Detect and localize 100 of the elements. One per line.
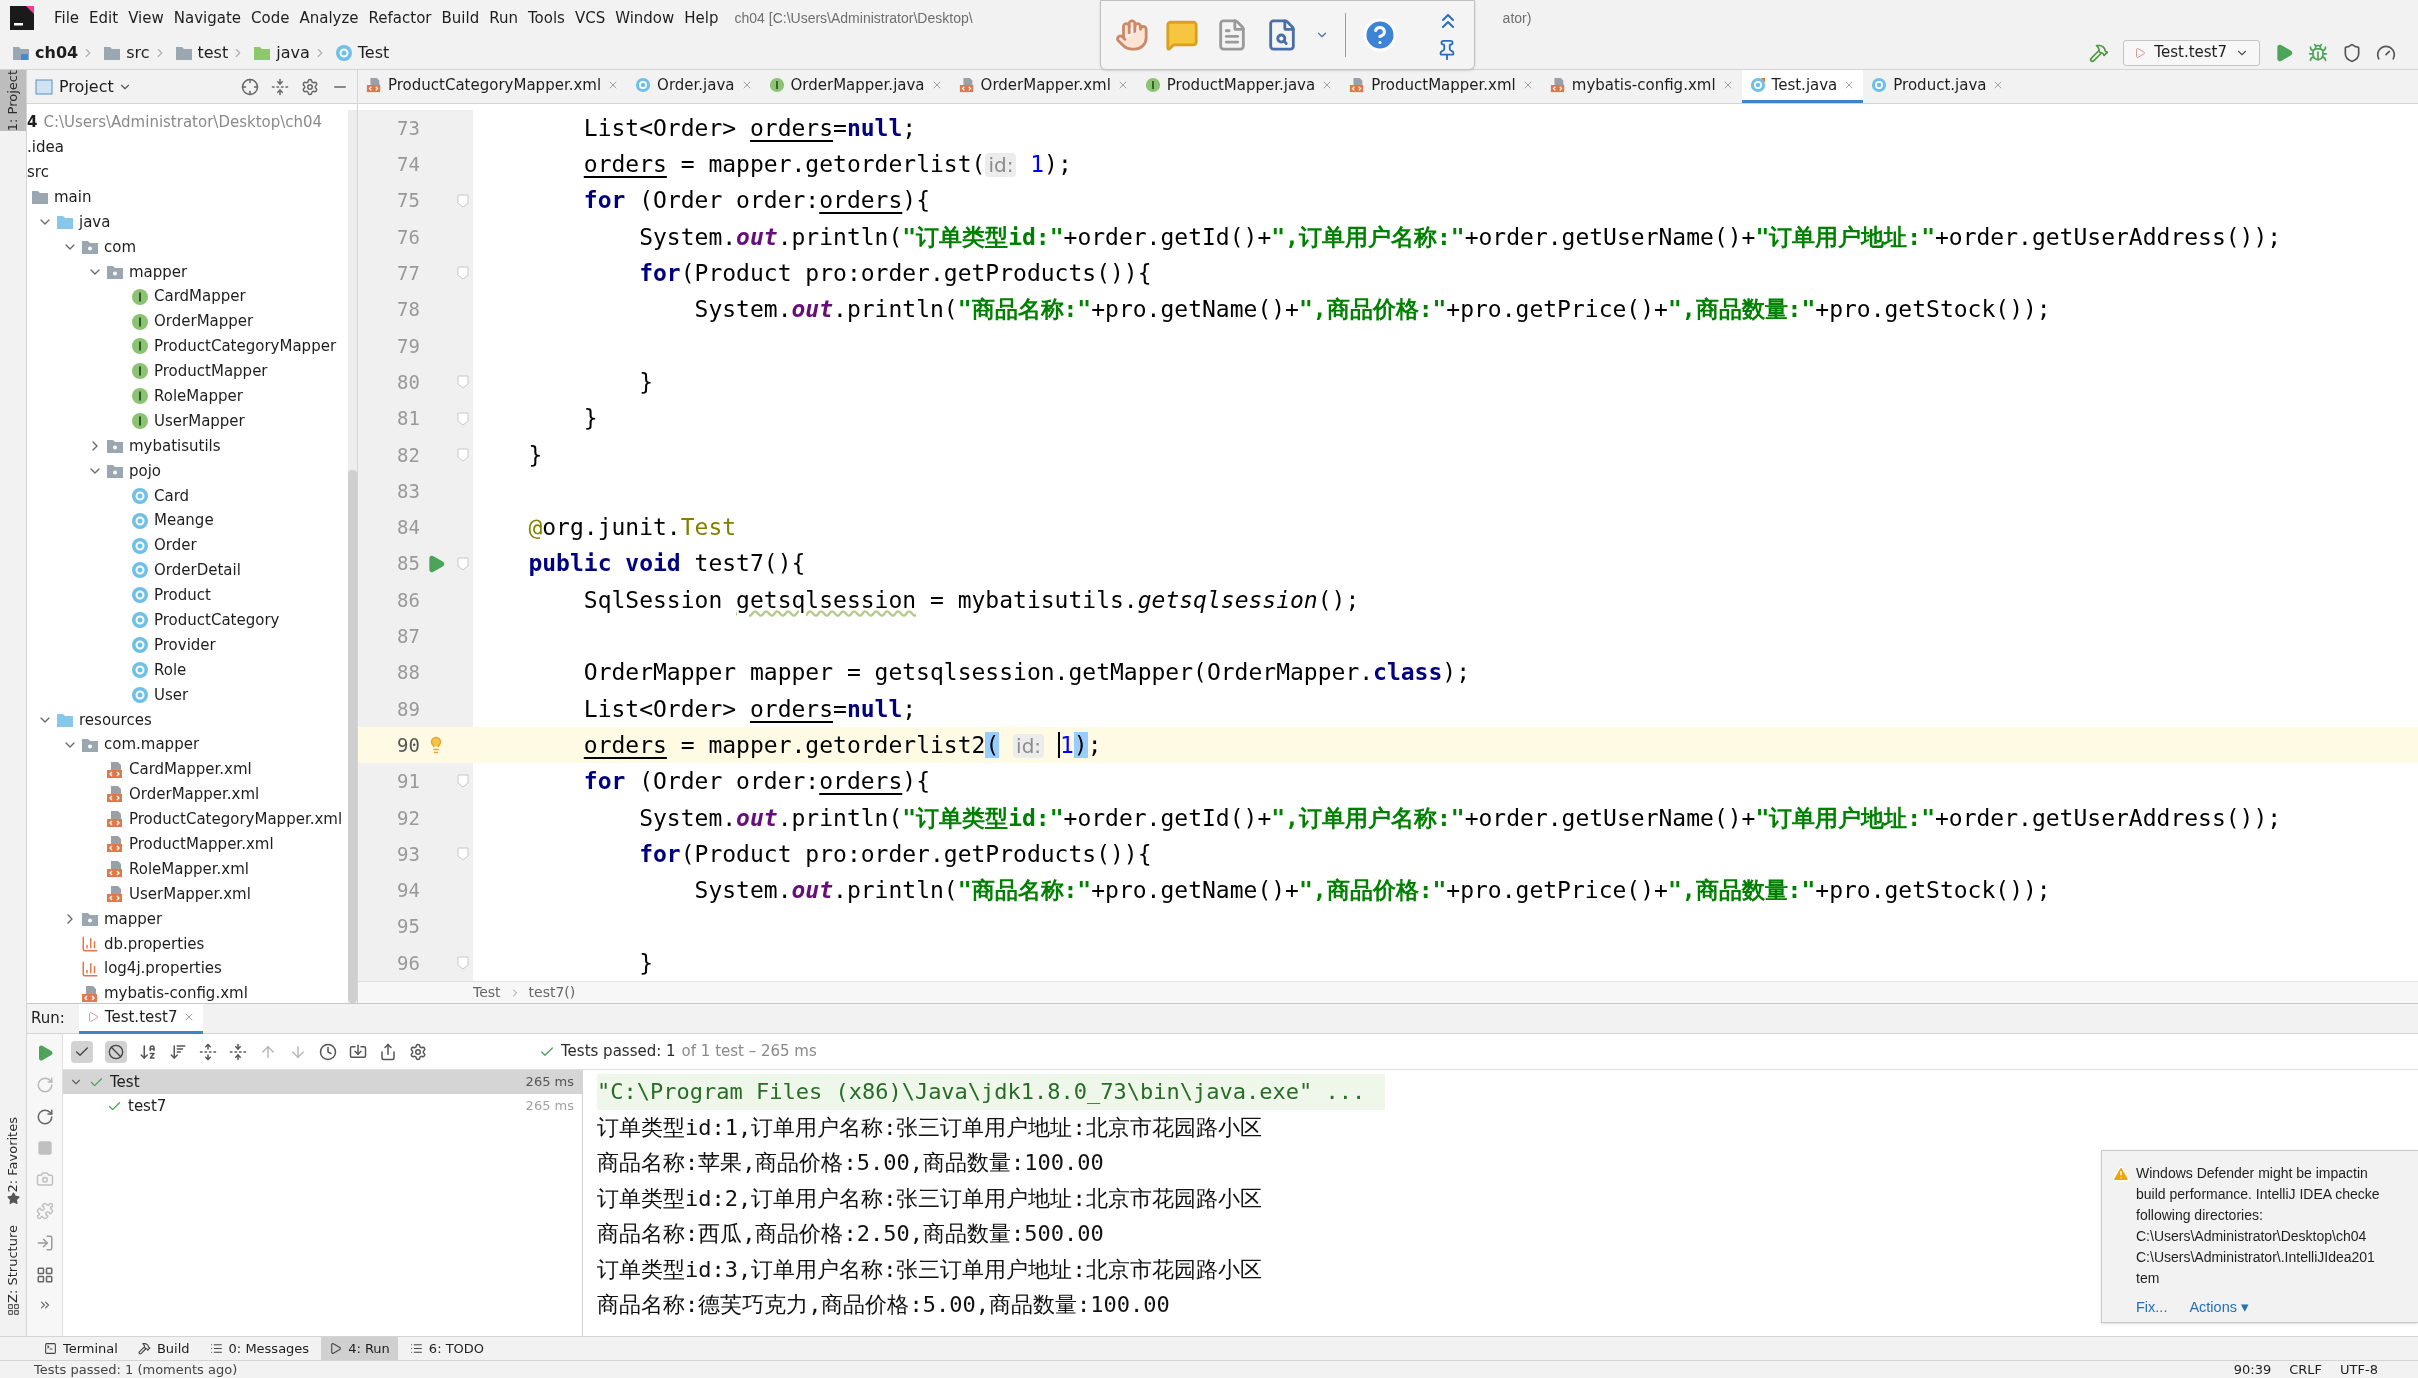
show-ignored-icon[interactable] [108,1043,124,1060]
tree-item[interactable]: log4j.properties [104,957,222,980]
import-icon[interactable] [349,1042,367,1061]
tree-item[interactable]: mapper [104,907,163,931]
tree-item[interactable]: RoleMapper [154,385,243,408]
tool-window-tab[interactable]: 6: TODO [401,1336,493,1361]
menu-item[interactable]: Code [251,6,290,30]
sort-alphabetically-icon[interactable] [139,1042,157,1061]
camera-icon[interactable] [35,1170,54,1188]
fold-marker-icon[interactable] [456,193,469,208]
run-test-icon[interactable] [426,553,446,574]
tree-item[interactable]: 4 [27,111,38,134]
fold-marker-icon[interactable] [456,955,469,970]
menu-item[interactable]: VCS [574,6,606,30]
tree-item[interactable]: Meange [154,509,214,532]
breadcrumb-item[interactable]: Test [473,982,501,1004]
menu-item[interactable]: Run [489,6,518,30]
project-view-dropdown[interactable]: Project [59,74,132,99]
breadcrumb-item[interactable]: ch04 [35,40,79,65]
tool-window-tab[interactable]: Terminal [36,1336,126,1361]
tree-item[interactable]: java [79,210,111,234]
tree-item[interactable]: db.properties [104,932,205,956]
collapse-all-icon[interactable] [229,1042,247,1061]
toggle-auto-test-icon[interactable] [35,1108,54,1126]
tree-item[interactable]: CardMapper [154,285,246,308]
tree-item[interactable]: UserMapper [154,409,245,433]
file-encoding[interactable]: UTF-8 [2340,1359,2378,1378]
breadcrumb-item[interactable]: Test [357,40,390,65]
menu-item[interactable]: Edit [89,6,119,30]
caret-position[interactable]: 90:39 [2233,1359,2272,1378]
fold-marker-icon[interactable] [456,411,469,426]
tree-item[interactable]: UserMapper.xml [129,882,251,906]
menu-item[interactable]: Navigate [173,6,242,30]
chat-icon[interactable] [1165,18,1199,52]
tree-item[interactable]: mybatis-config.xml [104,982,248,1003]
settings-icon[interactable] [409,1042,427,1061]
run-configuration-dropdown[interactable]: Test.test7 [2123,39,2260,66]
run-icon[interactable] [2274,42,2294,63]
menu-item[interactable]: Analyze [299,6,359,30]
plugin-icon[interactable] [35,1202,54,1220]
run-tab[interactable]: Test.test7 [78,1003,204,1034]
fold-marker-icon[interactable] [456,447,469,462]
menu-item[interactable]: Refactor [368,6,432,30]
tree-item[interactable]: ProductMapper.xml [129,833,274,856]
tree-item[interactable]: Order [154,534,197,557]
tree-item[interactable]: OrderMapper.xml [129,783,260,806]
build-icon[interactable] [2089,42,2110,63]
sort-by-duration-icon[interactable] [169,1042,187,1061]
fold-marker-icon[interactable] [456,375,469,390]
help-icon[interactable] [1362,17,1398,53]
history-icon[interactable] [319,1042,337,1061]
menu-item[interactable]: Window [615,6,675,30]
notification-link[interactable]: Fix... [2136,1297,2168,1319]
tree-item[interactable]: mybatisutils [129,434,221,458]
collapse-all-icon[interactable] [271,77,289,96]
tree-item[interactable]: mapper [129,260,188,284]
tree-item[interactable]: Product [154,584,211,607]
fold-marker-icon[interactable] [456,774,469,789]
tree-item[interactable]: ProductMapper [154,360,268,383]
tool-window-tab[interactable]: Z: Structure [0,1225,27,1303]
tree-item[interactable]: com [104,235,137,259]
menu-item[interactable]: View [128,6,164,30]
menu-item[interactable]: File [54,6,80,30]
settings-icon[interactable] [301,77,319,96]
tree-item[interactable]: main [54,185,92,209]
tool-window-tab[interactable]: 0: Messages [201,1336,318,1361]
breadcrumb-item[interactable]: java [276,40,310,65]
project-tool-tab[interactable]: 1: Project [0,70,27,132]
fold-marker-icon[interactable] [456,266,469,281]
fold-marker-icon[interactable] [456,847,469,862]
tree-item[interactable]: ProductCategory [154,609,280,632]
layout-icon[interactable] [35,1266,54,1284]
tree-item[interactable]: Provider [154,633,216,657]
tree-item[interactable]: Card [154,484,190,508]
tree-item[interactable]: OrderMapper [154,310,254,333]
breadcrumb-item[interactable]: test [197,40,229,65]
breadcrumb-item[interactable]: test7() [528,982,576,1004]
line-separator[interactable]: CRLF [2289,1359,2323,1378]
notification-link[interactable]: Actions ▾ [2189,1297,2249,1319]
tool-window-tab[interactable]: Build [129,1336,198,1361]
menu-item[interactable]: Tools [527,6,565,30]
tree-item[interactable]: OrderDetail [154,559,241,582]
test-row[interactable]: test7 265 ms [63,1094,582,1118]
tree-item[interactable]: src [27,160,49,184]
editor-tab[interactable]: Test.java [1741,70,1864,103]
tree-item[interactable]: .idea [27,136,64,159]
fold-marker-icon[interactable] [456,556,469,571]
tree-item[interactable]: User [154,683,189,707]
locate-icon[interactable] [241,77,259,96]
exit-icon[interactable] [35,1234,54,1252]
stop-icon[interactable] [36,1140,53,1156]
tree-item[interactable]: Role [154,658,187,682]
scrollbar-thumb[interactable] [348,470,357,1003]
tree-item[interactable]: resources [79,708,152,732]
tool-window-tab[interactable]: 2: Favorites [0,1116,27,1193]
tree-item[interactable]: ProductCategoryMapper [154,335,337,358]
menu-item[interactable]: Help [684,6,719,30]
expand-all-icon[interactable] [199,1042,217,1061]
tree-item[interactable]: ProductCategoryMapper.xml [129,808,343,831]
test-row[interactable]: Test 265 ms [63,1070,582,1094]
